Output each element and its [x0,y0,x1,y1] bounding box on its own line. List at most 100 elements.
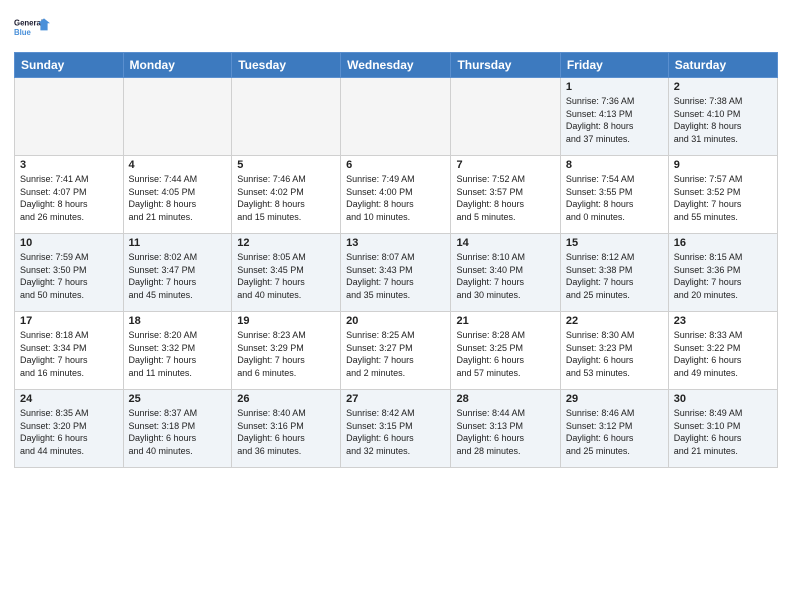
day-info: Sunrise: 8:37 AMSunset: 3:18 PMDaylight:… [129,407,227,457]
day-info: Sunrise: 8:33 AMSunset: 3:22 PMDaylight:… [674,329,772,379]
day-number: 9 [674,159,772,171]
calendar-cell: 24 Sunrise: 8:35 AMSunset: 3:20 PMDayligh… [15,390,124,468]
calendar-week-row: 3 Sunrise: 7:41 AMSunset: 4:07 PMDaylight… [15,156,778,234]
calendar-cell: 28 Sunrise: 8:44 AMSunset: 3:13 PMDayligh… [451,390,560,468]
day-info: Sunrise: 7:46 AMSunset: 4:02 PMDaylight:… [237,173,335,223]
day-info: Sunrise: 8:25 AMSunset: 3:27 PMDaylight:… [346,329,445,379]
day-number: 4 [129,159,227,171]
day-number: 25 [129,393,227,405]
day-number: 15 [566,237,663,249]
day-number: 10 [20,237,118,249]
calendar-cell: 8 Sunrise: 7:54 AMSunset: 3:55 PMDaylight… [560,156,668,234]
day-info: Sunrise: 8:49 AMSunset: 3:10 PMDaylight:… [674,407,772,457]
day-number: 5 [237,159,335,171]
day-info: Sunrise: 7:57 AMSunset: 3:52 PMDaylight:… [674,173,772,223]
day-info: Sunrise: 8:46 AMSunset: 3:12 PMDaylight:… [566,407,663,457]
day-number: 28 [456,393,554,405]
calendar-weekday-monday: Monday [123,53,232,78]
calendar-weekday-friday: Friday [560,53,668,78]
day-number: 16 [674,237,772,249]
calendar-cell: 3 Sunrise: 7:41 AMSunset: 4:07 PMDaylight… [15,156,124,234]
svg-text:Blue: Blue [14,28,32,37]
calendar-cell: 19 Sunrise: 8:23 AMSunset: 3:29 PMDayligh… [232,312,341,390]
day-number: 22 [566,315,663,327]
day-number: 14 [456,237,554,249]
day-number: 27 [346,393,445,405]
day-number: 29 [566,393,663,405]
day-number: 8 [566,159,663,171]
day-info: Sunrise: 8:10 AMSunset: 3:40 PMDaylight:… [456,251,554,301]
calendar-cell: 15 Sunrise: 8:12 AMSunset: 3:38 PMDayligh… [560,234,668,312]
day-number: 17 [20,315,118,327]
calendar-cell: 1Sunrise: 7:36 AMSunset: 4:13 PMDaylight… [560,78,668,156]
calendar-weekday-thursday: Thursday [451,53,560,78]
calendar-week-row: 1Sunrise: 7:36 AMSunset: 4:13 PMDaylight… [15,78,778,156]
calendar-cell: 12 Sunrise: 8:05 AMSunset: 3:45 PMDayligh… [232,234,341,312]
day-number: 20 [346,315,445,327]
day-info: Sunrise: 8:15 AMSunset: 3:36 PMDaylight:… [674,251,772,301]
calendar-cell: 7Sunrise: 7:52 AMSunset: 3:57 PMDaylight… [451,156,560,234]
day-info: Sunrise: 7:54 AMSunset: 3:55 PMDaylight:… [566,173,663,223]
calendar-cell [451,78,560,156]
calendar-cell: 6 Sunrise: 7:49 AMSunset: 4:00 PMDaylight… [341,156,451,234]
day-info: Sunrise: 8:23 AMSunset: 3:29 PMDaylight:… [237,329,335,379]
day-info: Sunrise: 8:40 AMSunset: 3:16 PMDaylight:… [237,407,335,457]
day-info: Sunrise: 7:59 AMSunset: 3:50 PMDaylight:… [20,251,118,301]
day-number: 13 [346,237,445,249]
day-info: Sunrise: 8:18 AMSunset: 3:34 PMDaylight:… [20,329,118,379]
logo-icon: General Blue [14,10,50,46]
day-info: Sunrise: 8:30 AMSunset: 3:23 PMDaylight:… [566,329,663,379]
day-number: 1 [566,81,663,93]
day-info: Sunrise: 8:12 AMSunset: 3:38 PMDaylight:… [566,251,663,301]
day-number: 24 [20,393,118,405]
calendar-cell: 23Sunrise: 8:33 AMSunset: 3:22 PMDayligh… [668,312,777,390]
day-number: 12 [237,237,335,249]
day-number: 21 [456,315,554,327]
calendar-cell [232,78,341,156]
day-number: 3 [20,159,118,171]
day-info: Sunrise: 8:44 AMSunset: 3:13 PMDaylight:… [456,407,554,457]
calendar-cell [341,78,451,156]
day-number: 2 [674,81,772,93]
day-info: Sunrise: 7:44 AMSunset: 4:05 PMDaylight:… [129,173,227,223]
calendar-cell: 25 Sunrise: 8:37 AMSunset: 3:18 PMDayligh… [123,390,232,468]
day-info: Sunrise: 8:20 AMSunset: 3:32 PMDaylight:… [129,329,227,379]
calendar-cell: 30 Sunrise: 8:49 AMSunset: 3:10 PMDayligh… [668,390,777,468]
logo: General Blue [14,10,50,46]
calendar-cell: 9 Sunrise: 7:57 AMSunset: 3:52 PMDaylight… [668,156,777,234]
page-container: General Blue SundayMondayTuesdayWednesda… [0,0,792,612]
calendar-weekday-tuesday: Tuesday [232,53,341,78]
calendar-cell [15,78,124,156]
day-number: 11 [129,237,227,249]
calendar-week-row: 10 Sunrise: 7:59 AMSunset: 3:50 PMDayligh… [15,234,778,312]
day-info: Sunrise: 8:28 AMSunset: 3:25 PMDaylight:… [456,329,554,379]
header: General Blue [14,10,778,46]
day-info: Sunrise: 7:49 AMSunset: 4:00 PMDaylight:… [346,173,445,223]
calendar-cell [123,78,232,156]
calendar-cell: 16 Sunrise: 8:15 AMSunset: 3:36 PMDayligh… [668,234,777,312]
calendar-cell: 5 Sunrise: 7:46 AMSunset: 4:02 PMDaylight… [232,156,341,234]
day-number: 19 [237,315,335,327]
day-number: 30 [674,393,772,405]
day-number: 6 [346,159,445,171]
day-info: Sunrise: 8:05 AMSunset: 3:45 PMDaylight:… [237,251,335,301]
calendar-cell: 22 Sunrise: 8:30 AMSunset: 3:23 PMDayligh… [560,312,668,390]
day-number: 26 [237,393,335,405]
day-number: 18 [129,315,227,327]
calendar-week-row: 17 Sunrise: 8:18 AMSunset: 3:34 PMDayligh… [15,312,778,390]
calendar-week-row: 24 Sunrise: 8:35 AMSunset: 3:20 PMDayligh… [15,390,778,468]
calendar-cell: 21 Sunrise: 8:28 AMSunset: 3:25 PMDayligh… [451,312,560,390]
day-info: Sunrise: 8:35 AMSunset: 3:20 PMDaylight:… [20,407,118,457]
calendar: SundayMondayTuesdayWednesdayThursdayFrid… [14,52,778,468]
day-info: Sunrise: 7:41 AMSunset: 4:07 PMDaylight:… [20,173,118,223]
calendar-cell: 29 Sunrise: 8:46 AMSunset: 3:12 PMDayligh… [560,390,668,468]
calendar-cell: 10 Sunrise: 7:59 AMSunset: 3:50 PMDayligh… [15,234,124,312]
calendar-header-row: SundayMondayTuesdayWednesdayThursdayFrid… [15,53,778,78]
calendar-cell: 14 Sunrise: 8:10 AMSunset: 3:40 PMDayligh… [451,234,560,312]
calendar-cell: 2Sunrise: 7:38 AMSunset: 4:10 PMDaylight… [668,78,777,156]
day-info: Sunrise: 8:42 AMSunset: 3:15 PMDaylight:… [346,407,445,457]
calendar-cell: 4 Sunrise: 7:44 AMSunset: 4:05 PMDaylight… [123,156,232,234]
day-info: Sunrise: 8:02 AMSunset: 3:47 PMDaylight:… [129,251,227,301]
day-number: 7 [456,159,554,171]
calendar-cell: 13Sunrise: 8:07 AMSunset: 3:43 PMDayligh… [341,234,451,312]
